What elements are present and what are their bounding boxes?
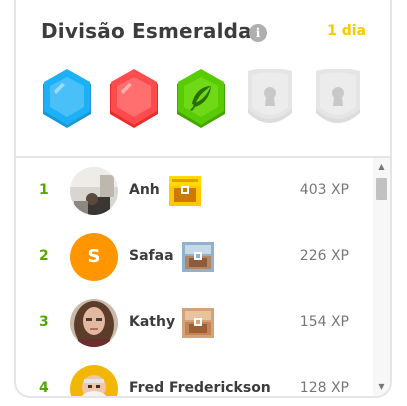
leaderboard-row[interactable]: 1 Anh 403 XP [16,158,372,224]
avatar-letter: S [87,246,101,267]
time-left: 1 dia [327,23,366,39]
league-title: Divisão Esmeralda [41,19,252,43]
user-name[interactable]: Fred Frederickson [129,380,271,396]
rank-number: 4 [39,380,49,396]
leaderboard-list: 1 Anh 403 XP 2 S Safaa 226 XP 3 Kathy 15… [16,158,372,396]
avatar[interactable] [70,365,118,396]
silver-chest-icon [181,241,215,273]
sapphire-league-badge[interactable] [40,69,96,131]
info-icon[interactable]: i [249,24,267,42]
rank-number: 3 [39,314,49,330]
bronze-chest-icon [181,307,215,339]
lock-icon [332,87,344,106]
avatar[interactable]: S [70,233,118,281]
avatar[interactable] [70,299,118,347]
gold-chest-icon [168,175,202,207]
xp-value: 226 XP [299,248,349,264]
ruby-league-badge[interactable] [107,69,163,131]
scroll-thumb[interactable] [376,178,387,200]
scroll-up-arrow-icon[interactable]: ▲ [373,160,390,174]
emerald-league-badge[interactable] [174,69,230,131]
league-card: Divisão Esmeralda i 1 dia 1 Anh 403 XP 2… [14,0,392,398]
locked-league-badge [242,69,298,131]
rank-number: 2 [39,248,49,264]
league-header: Divisão Esmeralda i 1 dia [16,0,390,158]
user-name[interactable]: Safaa [129,248,174,264]
lock-icon [264,87,276,106]
user-name[interactable]: Kathy [129,314,175,330]
leaderboard-row[interactable]: 4 Fred Frederickson 128 XP [16,356,372,396]
avatar[interactable] [70,167,118,215]
locked-league-badge [310,69,366,131]
rank-number: 1 [39,182,49,198]
xp-value: 128 XP [299,380,349,396]
scrollbar[interactable]: ▲ ▼ [373,158,390,396]
leaderboard-row[interactable]: 2 S Safaa 226 XP [16,224,372,290]
xp-value: 154 XP [299,314,349,330]
user-name[interactable]: Anh [129,182,160,198]
xp-value: 403 XP [299,182,349,198]
scroll-down-arrow-icon[interactable]: ▼ [373,380,390,394]
leaderboard-row[interactable]: 3 Kathy 154 XP [16,290,372,356]
